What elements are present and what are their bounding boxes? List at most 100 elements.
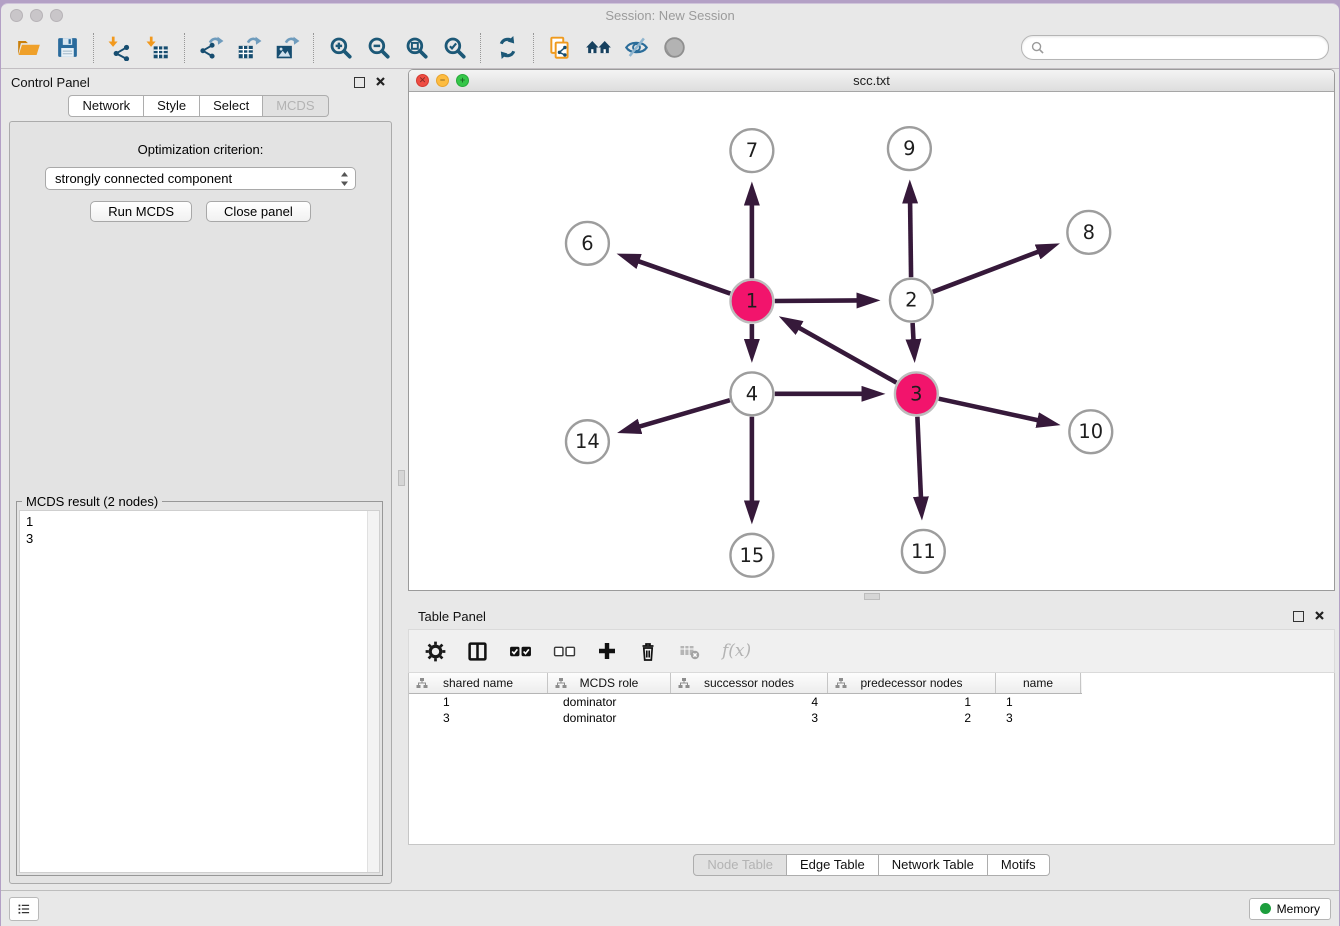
delete-column-button[interactable] xyxy=(638,641,658,662)
run-mcds-button[interactable]: Run MCDS xyxy=(90,201,192,222)
column-header-successor-nodes[interactable]: successor nodes xyxy=(671,673,828,693)
tab-select[interactable]: Select xyxy=(200,95,263,117)
tab-motifs[interactable]: Motifs xyxy=(988,854,1050,876)
export-image-button[interactable] xyxy=(269,32,305,64)
mcds-result-textarea[interactable]: 13 xyxy=(19,510,380,873)
delete-table-button[interactable] xyxy=(679,642,701,660)
table-cell[interactable]: 1 xyxy=(409,694,548,710)
column-header-predecessor-nodes[interactable]: predecessor nodes xyxy=(828,673,996,693)
task-history-button[interactable] xyxy=(9,897,39,921)
export-table-button[interactable] xyxy=(231,32,267,64)
svg-text:1: 1 xyxy=(746,290,758,313)
column-header-shared-name[interactable]: shared name xyxy=(409,673,548,693)
table-row[interactable]: 1dominator411 xyxy=(409,694,1334,710)
import-network-icon xyxy=(107,35,133,61)
graph-node-3[interactable]: 3 xyxy=(895,372,938,415)
mcds-result-lines: 13 xyxy=(20,511,379,547)
table-cell[interactable]: 1 xyxy=(828,694,996,710)
table-cell[interactable]: 3 xyxy=(996,710,1081,726)
graph-edge-3-11[interactable] xyxy=(917,417,921,499)
tab-style[interactable]: Style xyxy=(144,95,200,117)
table-cell[interactable]: 3 xyxy=(409,710,548,726)
network-window-titlebar: ✕ − + scc.txt xyxy=(409,70,1334,92)
close-panel-icon[interactable] xyxy=(375,75,386,90)
refresh-network-button[interactable] xyxy=(489,32,525,64)
graph-edge-1-6[interactable] xyxy=(637,261,730,294)
zoom-fit-icon xyxy=(404,35,429,60)
eye-slash-icon xyxy=(624,35,649,60)
add-column-button[interactable] xyxy=(597,641,617,661)
graph-svg[interactable]: 1 2 3 4 6 7 8 9 10 11 14 15 xyxy=(409,92,1334,590)
table-toolbar: f(x) xyxy=(408,629,1335,673)
graph-node-15[interactable]: 15 xyxy=(730,534,773,577)
graph-node-14[interactable]: 14 xyxy=(566,420,609,463)
float-panel-icon[interactable] xyxy=(1293,611,1304,622)
save-session-button[interactable] xyxy=(49,32,85,64)
memory-label: Memory xyxy=(1277,902,1320,916)
graph-edge-2-8[interactable] xyxy=(933,251,1040,292)
graph-node-4[interactable]: 4 xyxy=(730,372,773,415)
open-session-button[interactable] xyxy=(11,32,47,64)
tab-network[interactable]: Network xyxy=(68,95,144,117)
graph-node-1[interactable]: 1 xyxy=(730,280,773,323)
select-all-columns-button[interactable] xyxy=(509,643,532,660)
graph-node-11[interactable]: 11 xyxy=(902,530,945,573)
result-scrollbar[interactable] xyxy=(367,511,379,872)
tab-node-table[interactable]: Node Table xyxy=(693,854,787,876)
vertical-splitter[interactable] xyxy=(396,69,408,890)
table-tabs: Node TableEdge TableNetwork TableMotifs xyxy=(693,854,1049,876)
tab-mcds[interactable]: MCDS xyxy=(263,95,328,117)
main-area: Control Panel NetworkStyleSelectMCDS Opt… xyxy=(1,69,1339,890)
zoom-selected-button[interactable] xyxy=(436,32,472,64)
horizontal-splitter[interactable] xyxy=(408,591,1335,603)
graph-node-7[interactable]: 7 xyxy=(730,129,773,172)
import-table-button[interactable] xyxy=(140,32,176,64)
optimization-criterion-select[interactable]: strongly connected component xyxy=(45,167,356,190)
zoom-in-button[interactable] xyxy=(322,32,358,64)
close-panel-icon[interactable] xyxy=(1314,609,1325,624)
graph-node-8[interactable]: 8 xyxy=(1067,211,1110,254)
table-cell[interactable]: dominator xyxy=(548,710,671,726)
table-row[interactable]: 3dominator323 xyxy=(409,710,1334,726)
tab-edge-table[interactable]: Edge Table xyxy=(787,854,879,876)
table-cell[interactable]: 4 xyxy=(671,694,828,710)
tab-network-table[interactable]: Network Table xyxy=(879,854,988,876)
graph-node-6[interactable]: 6 xyxy=(566,222,609,265)
column-layout-button[interactable] xyxy=(467,641,488,662)
search-input[interactable] xyxy=(1049,38,1319,58)
graph-node-9[interactable]: 9 xyxy=(888,127,931,170)
table-cell[interactable]: dominator xyxy=(548,694,671,710)
eye-disabled-button[interactable] xyxy=(656,32,692,64)
export-image-icon xyxy=(274,35,300,61)
graph-edge-4-14[interactable] xyxy=(638,400,730,427)
graph-node-2[interactable]: 2 xyxy=(890,279,933,322)
table-cell[interactable]: 2 xyxy=(828,710,996,726)
table-cell[interactable]: 3 xyxy=(671,710,828,726)
zoom-fit-button[interactable] xyxy=(398,32,434,64)
memory-button[interactable]: Memory xyxy=(1249,898,1331,920)
settings-gear-button[interactable] xyxy=(425,641,446,662)
export-network-button[interactable] xyxy=(193,32,229,64)
new-network-from-selection-button[interactable] xyxy=(542,32,578,64)
close-panel-button[interactable]: Close panel xyxy=(206,201,311,222)
control-panel: Control Panel NetworkStyleSelectMCDS Opt… xyxy=(1,69,396,890)
apply-function-button[interactable]: f(x) xyxy=(722,641,751,661)
graph-edge-2-9[interactable] xyxy=(910,201,911,277)
column-header-name[interactable]: name xyxy=(996,673,1081,693)
graph-node-10[interactable]: 10 xyxy=(1069,410,1112,453)
home-button[interactable] xyxy=(580,32,616,64)
houses-icon xyxy=(585,34,612,61)
deselect-all-columns-button[interactable] xyxy=(553,643,576,660)
graph-edge-3-1[interactable] xyxy=(798,327,896,383)
graph-edge-3-10[interactable] xyxy=(939,399,1039,421)
graph-edge-2-3[interactable] xyxy=(913,323,914,341)
float-panel-icon[interactable] xyxy=(354,77,365,88)
zoom-out-button[interactable] xyxy=(360,32,396,64)
import-network-button[interactable] xyxy=(102,32,138,64)
svg-text:3: 3 xyxy=(910,382,922,405)
network-canvas[interactable]: 1 2 3 4 6 7 8 9 10 11 14 15 xyxy=(409,92,1334,590)
column-header-mcds-role[interactable]: MCDS role xyxy=(548,673,671,693)
table-cell[interactable]: 1 xyxy=(996,694,1081,710)
graph-edge-1-2[interactable] xyxy=(775,300,859,301)
hide-eye-button[interactable] xyxy=(618,32,654,64)
